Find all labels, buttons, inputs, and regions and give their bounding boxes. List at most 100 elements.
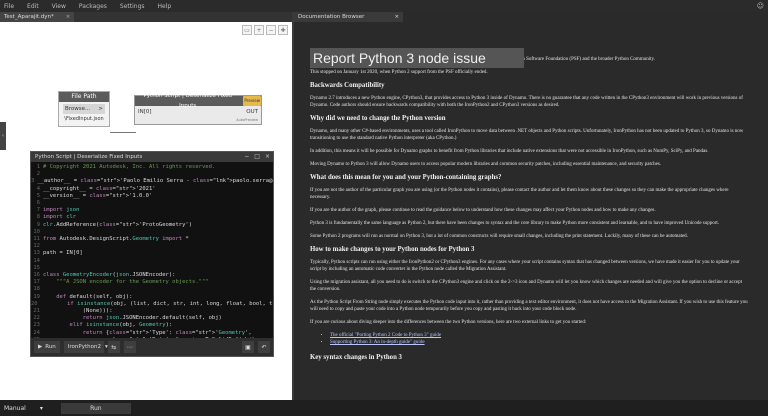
line-number: 16 xyxy=(33,272,40,279)
code-text: from Autodesk.DesignScript.Geometry impo… xyxy=(43,236,189,243)
menu-item-packages[interactable]: Packages xyxy=(79,3,107,10)
menu-item-view[interactable]: View xyxy=(52,3,66,10)
code-text: elif isinstance(obj, Geometry): xyxy=(69,322,173,329)
workspace-tab[interactable]: Test_Aparajit.dyn* × xyxy=(0,12,75,22)
code-line: 18 xyxy=(31,286,273,293)
code-text: """A JSON encoder for the Geometry objec… xyxy=(43,279,209,286)
browse-button[interactable]: Browse... > xyxy=(63,104,105,114)
line-number: 6 xyxy=(36,200,40,207)
doc-paragraph: This stopped on January 1st 2020, when P… xyxy=(310,70,488,75)
code-line: 14 xyxy=(31,258,273,265)
code-text: return {class="str">'Type': class="str">… xyxy=(82,329,252,336)
code-line: 8 import clr xyxy=(31,214,273,221)
connector-wire[interactable] xyxy=(110,132,136,133)
doc-paragraph: Some Python 2 programs will run as norma… xyxy=(310,234,688,239)
doc-paragraph: As the Python Script From String node si… xyxy=(310,300,748,312)
menu-item-file[interactable]: File xyxy=(4,3,14,10)
workspace-tab-label: Test_Aparajit.dyn* xyxy=(4,14,54,20)
file-path-node[interactable]: File Path Browse... > \FixedInput.json xyxy=(58,91,110,127)
doc-browser-tab[interactable]: Documentation Browser × xyxy=(294,12,404,22)
pan-icon[interactable]: ✚ xyxy=(278,25,288,35)
chevron-left-icon: ‹ xyxy=(2,133,4,139)
doc-paragraph: In addition, this means it will be possi… xyxy=(310,149,709,154)
zoom-out-icon[interactable]: − xyxy=(266,25,276,35)
code-line: 1 # Copyright 2021 Autodesk, Inc. All rig… xyxy=(31,164,273,171)
code-text: return json.JSONEncoder.default(self, ob… xyxy=(82,315,222,322)
editor-toolbar-right: ▣ ↶ xyxy=(242,341,270,353)
workspace-tabbar: Test_Aparajit.dyn* × xyxy=(0,12,292,22)
doc-title: Report Python 3 node issue xyxy=(310,48,524,68)
doc-tab-label: Documentation Browser xyxy=(298,14,365,20)
close-icon[interactable]: × xyxy=(394,14,399,20)
code-text: if isinstance(obj, (list, dict, str, int… xyxy=(67,300,273,307)
autopreview-label: AutoPreview xyxy=(236,118,258,122)
zoom-in-icon[interactable]: + xyxy=(254,25,264,35)
run-mode-select[interactable]: Manual ▾ xyxy=(4,405,43,412)
node-header: Python Script | Deserialize Fixed Inputs… xyxy=(135,93,261,109)
node-title: Python Script | Deserialize Fixed Inputs xyxy=(143,93,232,109)
code-line: 3 __author__ = class="str">'Paolo Emilio … xyxy=(31,178,273,185)
python-editor-window: Python Script | Deserialize Fixed Inputs… xyxy=(30,151,274,357)
close-icon[interactable]: × xyxy=(66,14,71,20)
run-button[interactable]: ▶ Run xyxy=(34,341,60,353)
doc-link[interactable]: The official "Porting Python 2 Code to P… xyxy=(330,333,441,338)
engine-select[interactable]: IronPython2 ▾ xyxy=(63,341,108,353)
code-line: 24 return {class="str">'Type': class="st… xyxy=(31,330,273,337)
close-icon[interactable]: × xyxy=(265,153,270,160)
revert-button[interactable]: ↶ xyxy=(258,341,270,353)
code-line: 9 clr.AddReference(class="str">'ProtoGeom… xyxy=(31,222,273,229)
line-number: 8 xyxy=(36,214,40,221)
code-line: 11 from Autodesk.DesignScript.Geometry im… xyxy=(31,236,273,243)
output-port[interactable]: > xyxy=(98,106,103,112)
line-number: 18 xyxy=(33,286,40,293)
doc-link[interactable]: Supporting Python 3: An in-depth guide" … xyxy=(330,340,425,345)
menu-item-edit[interactable]: Edit xyxy=(27,3,39,10)
doc-paragraph: If you are curious about diving deeper i… xyxy=(310,320,587,325)
line-number: 22 xyxy=(33,315,40,322)
code-text: __author__ = class="str">'Paolo Emilio S… xyxy=(37,178,273,185)
library-side-tab[interactable]: ‹ xyxy=(0,122,6,150)
code-line: 16 class GeometryEncoder(json.JSONEncoder… xyxy=(31,272,273,279)
line-number: 5 xyxy=(36,192,40,199)
migration-assistant-button[interactable]: ⇆ xyxy=(107,341,120,353)
code-text: class GeometryEncoder(json.JSONEncoder): xyxy=(43,272,176,279)
editor-toolbar: ▶ Run IronPython2 ▾ ⇆ ⋯ ▣ ↶ xyxy=(31,338,273,356)
editor-titlebar[interactable]: Python Script | Deserialize Fixed Inputs… xyxy=(31,152,273,162)
doc-paragraph: Dynamo, and many other C#-based environm… xyxy=(310,129,744,141)
menu-item-help[interactable]: Help xyxy=(158,3,172,10)
python-script-node[interactable]: Python Script | Deserialize Fixed Inputs… xyxy=(134,93,262,125)
line-number: 15 xyxy=(33,264,40,271)
code-line: 7 import json xyxy=(31,207,273,214)
line-number: 10 xyxy=(33,228,40,235)
maximize-icon[interactable]: □ xyxy=(254,153,260,160)
output-port[interactable]: OUT xyxy=(246,109,258,115)
node-title: File Path xyxy=(59,92,109,102)
more-options-button[interactable]: ⋯ xyxy=(123,341,136,353)
code-line: 6 xyxy=(31,200,273,207)
doc-paragraph: If you are not the author of the particu… xyxy=(310,188,729,200)
code-editor[interactable]: 1 # Copyright 2021 Autodesk, Inc. All rig… xyxy=(31,162,273,338)
save-button[interactable]: ▣ xyxy=(242,341,254,353)
minimize-icon[interactable]: − xyxy=(244,153,249,160)
doc-paragraph: Using the migration assistant, all you n… xyxy=(310,280,743,292)
preview-badge: Preview xyxy=(243,96,261,106)
chevron-down-icon: ▾ xyxy=(39,404,43,412)
code-line: 20 if isinstance(obj, (list, dict, str, … xyxy=(31,301,273,308)
menu-item-settings[interactable]: Settings xyxy=(120,3,145,10)
zoom-fit-icon[interactable]: ▭ xyxy=(242,25,252,35)
doc-paragraph: Typically, Python scripts can run using … xyxy=(310,260,740,272)
doc-heading: Why did we need to change the Python ver… xyxy=(310,115,446,122)
code-text: __copyright__ = class="str">'2021' xyxy=(43,185,156,192)
code-line: 15 xyxy=(31,265,273,272)
line-number: 12 xyxy=(33,243,40,250)
input-port[interactable]: IN[0] xyxy=(138,109,152,115)
line-number: 7 xyxy=(36,207,40,214)
line-number: 2 xyxy=(36,171,40,178)
line-number: 11 xyxy=(33,236,40,243)
run-mode-label: Manual xyxy=(4,404,26,412)
code-line: 5 __version__ = class="str">'1.0.0' xyxy=(31,193,273,200)
smiley-icon[interactable]: ☺ xyxy=(757,2,764,10)
code-text: __version__ = class="str">'1.0.0' xyxy=(43,192,153,199)
editor-title: Python Script | Deserialize Fixed Inputs xyxy=(35,154,143,160)
run-button[interactable]: Run xyxy=(60,402,131,414)
